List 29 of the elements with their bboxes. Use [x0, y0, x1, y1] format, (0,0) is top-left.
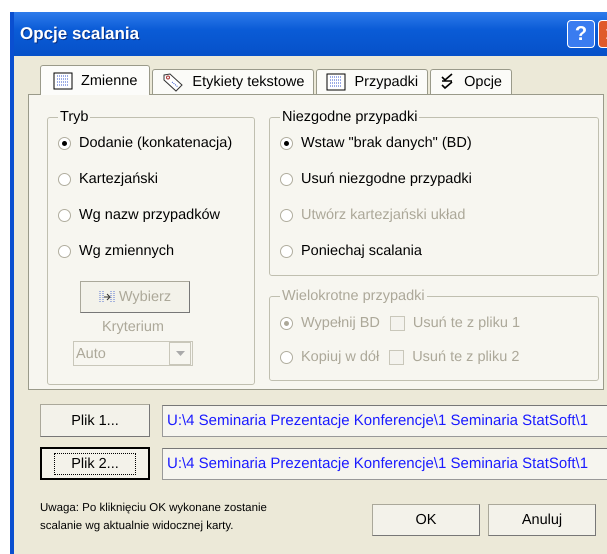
table-icon	[53, 72, 73, 90]
group-title: Wielokrotne przypadki	[281, 288, 426, 304]
file-path-field[interactable]: U:\4 Seminaria Prezentacje Konferencje\1 Seminaria StatSoft\1	[162, 448, 607, 480]
radio-option[interactable]: Wg nazw przypadków	[58, 197, 246, 233]
note-text: Uwaga: Po kliknięciu OK wykonane zostanie scalanie wg aktualnie widocznej karty.	[40, 501, 268, 534]
tab[interactable]: Opcje	[430, 69, 512, 94]
help-button[interactable]: ?	[567, 20, 595, 48]
radio-option[interactable]: Usuń niezgodne przypadki	[280, 161, 590, 197]
file-button[interactable]: Plik 1...	[40, 404, 150, 437]
file-button[interactable]: Plik 2...	[40, 447, 150, 480]
variables-icon	[98, 290, 115, 304]
tab[interactable]: Zmienne	[40, 65, 150, 95]
radio-option[interactable]: Poniechaj scalania	[280, 233, 590, 269]
dialog-button[interactable]: Anuluj	[488, 504, 596, 536]
tag-icon	[162, 72, 184, 92]
dropdown-arrow-icon	[176, 351, 184, 356]
table-icon	[326, 73, 346, 91]
tab[interactable]: Przypadki	[316, 69, 428, 94]
window-title: Opcje scalania	[20, 24, 140, 44]
group-title: Tryb	[59, 109, 90, 125]
dialog-button[interactable]: OK	[372, 504, 480, 536]
radio-option[interactable]: Kartezjański	[58, 161, 246, 197]
file-path-field[interactable]: U:\4 Seminaria Prezentacje Konferencje\1 Seminaria StatSoft\1	[162, 404, 607, 436]
radio-option[interactable]: Wstaw "brak danych" (BD)	[280, 125, 590, 161]
radio-option[interactable]: Dodanie (konkatenacja)	[58, 125, 246, 161]
criterion-label: Kryterium	[102, 319, 164, 335]
radio-option[interactable]: Wg zmiennych	[58, 233, 246, 269]
tab[interactable]: Etykiety tekstowe	[152, 69, 314, 94]
group-title: Niezgodne przypadki	[281, 109, 418, 125]
